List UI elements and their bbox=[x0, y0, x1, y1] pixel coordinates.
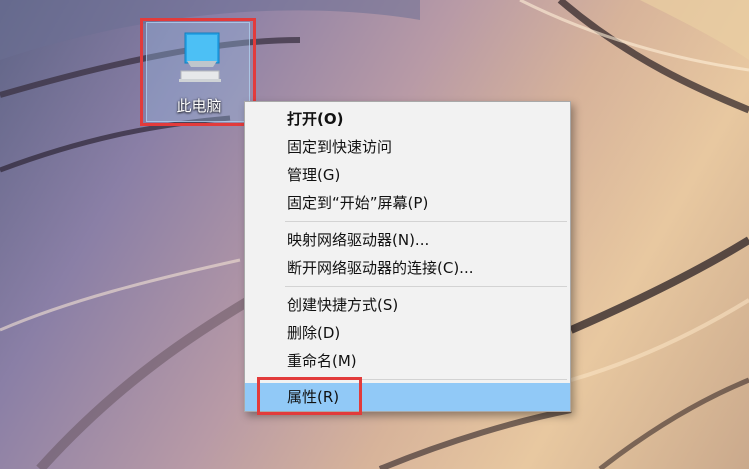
menu-separator bbox=[285, 286, 567, 287]
menu-item-disconnect-network-drive[interactable]: 断开网络驱动器的连接(C)... bbox=[245, 254, 570, 282]
desktop: 此电脑 打开(O) 固定到快速访问 管理(G) 固定到“开始”屏幕(P) 映射网… bbox=[0, 0, 749, 469]
context-menu: 打开(O) 固定到快速访问 管理(G) 固定到“开始”屏幕(P) 映射网络驱动器… bbox=[244, 101, 571, 412]
menu-item-map-network-drive[interactable]: 映射网络驱动器(N)... bbox=[245, 226, 570, 254]
properties-highlight-box bbox=[257, 377, 362, 415]
menu-item-open[interactable]: 打开(O) bbox=[245, 105, 570, 133]
menu-item-pin-quick-access[interactable]: 固定到快速访问 bbox=[245, 133, 570, 161]
menu-separator bbox=[285, 221, 567, 222]
menu-item-rename[interactable]: 重命名(M) bbox=[245, 347, 570, 375]
icon-highlight-box bbox=[140, 18, 256, 126]
menu-item-pin-start[interactable]: 固定到“开始”屏幕(P) bbox=[245, 189, 570, 217]
menu-item-create-shortcut[interactable]: 创建快捷方式(S) bbox=[245, 291, 570, 319]
menu-item-delete[interactable]: 删除(D) bbox=[245, 319, 570, 347]
menu-item-manage[interactable]: 管理(G) bbox=[245, 161, 570, 189]
